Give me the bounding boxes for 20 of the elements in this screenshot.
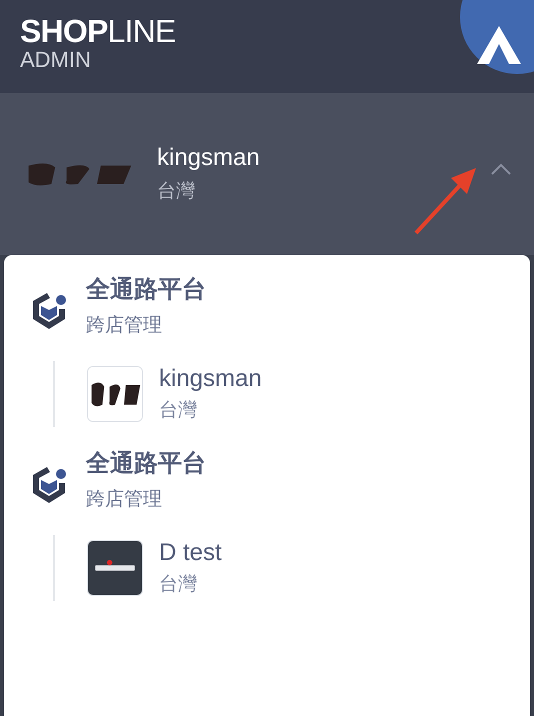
group-title: 全通路平台 — [86, 449, 206, 479]
mountain-icon — [475, 24, 523, 64]
group-subtitle: 跨店管理 — [86, 314, 163, 338]
store-name: kingsman — [157, 144, 261, 172]
store-avatar[interactable] — [87, 366, 143, 422]
group-subtitle: 跨店管理 — [86, 488, 163, 512]
group-title: 全通路平台 — [86, 275, 206, 305]
current-store-panel[interactable]: kingsman 台灣 — [0, 93, 534, 255]
store-avatar[interactable] — [87, 540, 143, 596]
store-name[interactable]: kingsman — [159, 365, 262, 393]
store-region: 台灣 — [159, 573, 198, 597]
brand-subtitle: ADMIN — [20, 48, 92, 72]
brand-logo[interactable]: SHOPLINE — [20, 14, 176, 48]
store-name[interactable]: D test — [159, 539, 222, 567]
annotation-arrow — [413, 166, 477, 236]
chevron-up-icon[interactable] — [490, 163, 512, 175]
store-region: 台灣 — [157, 180, 196, 204]
cube-icon — [30, 291, 68, 331]
store-region: 台灣 — [159, 399, 198, 423]
cube-icon — [30, 465, 68, 505]
